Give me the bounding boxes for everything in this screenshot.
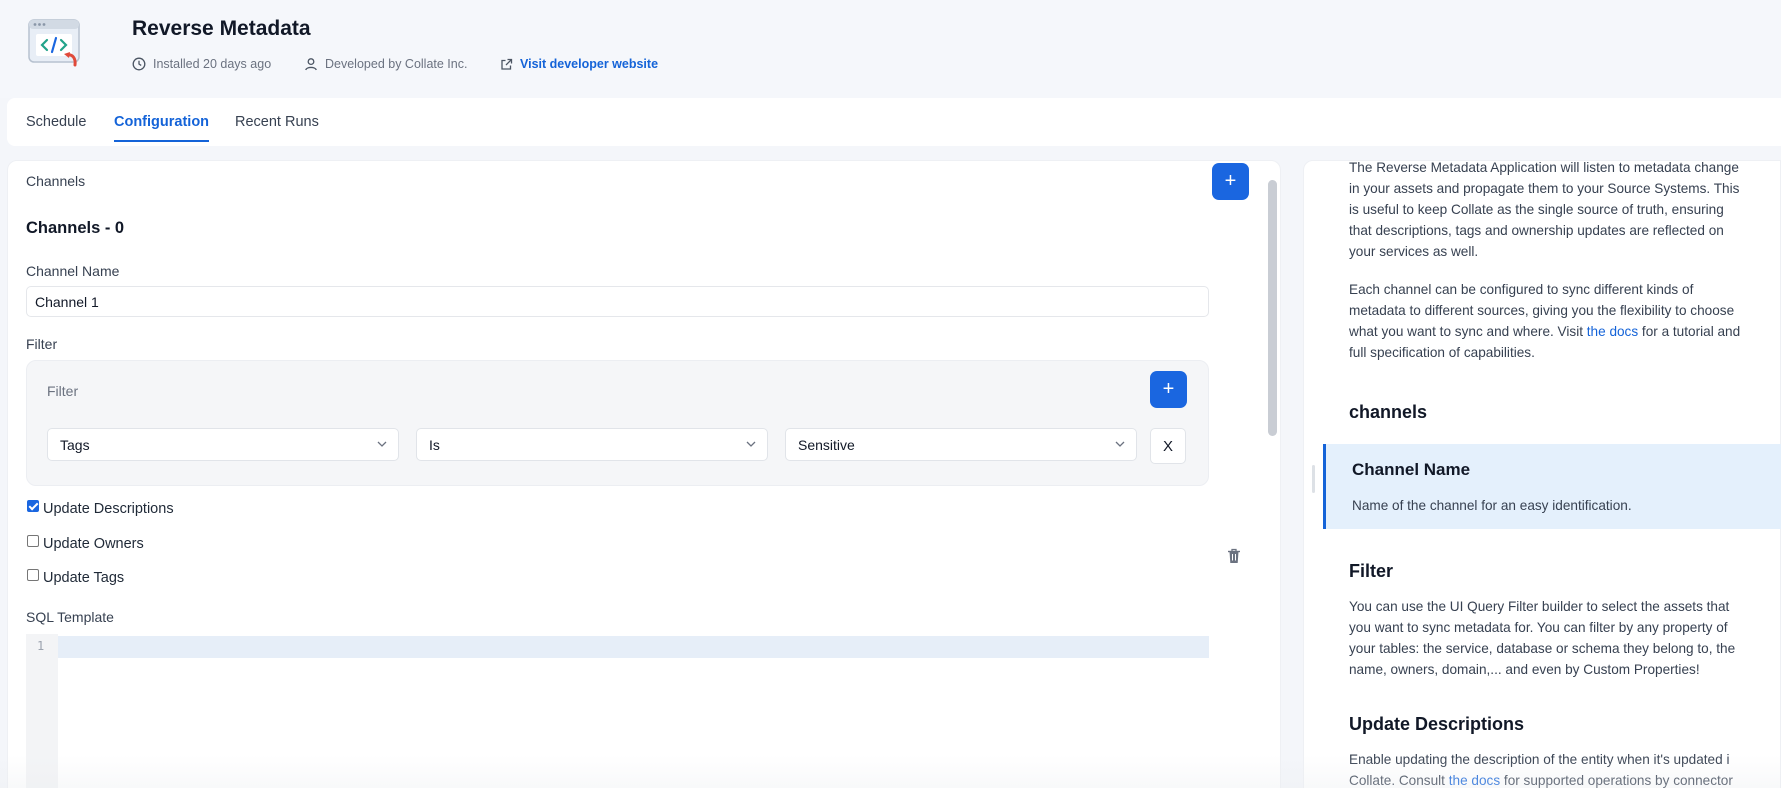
trash-icon: [1228, 548, 1240, 563]
docs-intro-line: that descriptions, tags and ownership up…: [1349, 223, 1724, 238]
docs-line: Each channel can be configured to sync d…: [1349, 282, 1694, 297]
developer-website-link[interactable]: Visit developer website: [500, 57, 658, 71]
user-icon: [305, 58, 317, 71]
developer-info: Developed by Collate Inc.: [304, 57, 467, 71]
docs-filter-heading: Filter: [1349, 561, 1394, 581]
docs-text: Collate. Consult: [1349, 773, 1449, 788]
filter-builder: [26, 360, 1209, 486]
installed-text: Installed 20 days ago: [153, 57, 272, 71]
tab-schedule[interactable]: Schedule: [26, 114, 86, 130]
docs-line: You can use the UI Query Filter builder …: [1349, 599, 1730, 614]
remove-filter-rule-button[interactable]: X: [1150, 428, 1186, 464]
filter-value-value: Sensitive: [798, 437, 855, 453]
docs-intro-line: The Reverse Metadata Application will li…: [1349, 160, 1739, 175]
update-owners-label: Update Owners: [43, 536, 144, 552]
chevron-down-icon: [746, 441, 756, 447]
website-link-text[interactable]: Visit developer website: [520, 57, 658, 71]
docs-update-descriptions-desc: Enable updating the description of the e…: [1349, 749, 1781, 788]
channel-name-label: Channel Name: [26, 263, 120, 279]
add-filter-rule-button[interactable]: +: [1150, 371, 1187, 408]
sql-template-editor[interactable]: 1: [26, 634, 1209, 788]
external-link-icon: [501, 58, 513, 70]
tab-recent-runs[interactable]: Recent Runs: [235, 114, 319, 130]
checkbox-unchecked-icon[interactable]: [27, 569, 39, 581]
developer-text: Developed by Collate Inc.: [325, 57, 468, 71]
update-tags-label: Update Tags: [43, 570, 125, 586]
chevron-down-icon: [377, 441, 387, 447]
docs-line: name, owners, domain,... and even by Cus…: [1349, 662, 1700, 677]
docs-text: what you want to sync and where. Visit: [1349, 324, 1587, 339]
app-logo-icon: [28, 18, 86, 72]
docs-text: for supported operations by connector: [1500, 773, 1733, 788]
close-icon: X: [1162, 438, 1173, 455]
docs-line: Collate. Consult the docs for supported …: [1349, 770, 1781, 788]
docs-active-section: [1323, 444, 1781, 529]
docs-line: your tables: the service, database or sc…: [1349, 641, 1736, 656]
docs-filter-desc: You can use the UI Query Filter builder …: [1349, 596, 1781, 680]
channels-count-heading: Channels - 0: [26, 219, 125, 237]
docs-intro-line: your services as well.: [1349, 244, 1479, 259]
docs-line: what you want to sync and where. Visit t…: [1349, 321, 1781, 342]
docs-line: metadata to different sources, giving yo…: [1349, 303, 1735, 318]
filter-group-label: Filter: [47, 383, 79, 399]
docs-intro: The Reverse Metadata Application will li…: [1349, 157, 1781, 262]
docs-line: you want to sync metadata for. You can f…: [1349, 620, 1728, 635]
sql-template-label: SQL Template: [26, 609, 114, 625]
docs-channels-heading: channels: [1349, 402, 1428, 422]
channels-label: Channels: [26, 173, 86, 189]
installed-info: Installed 20 days ago: [132, 57, 271, 71]
filter-field-select[interactable]: Tags: [47, 428, 399, 461]
docs-link[interactable]: the docs: [1587, 324, 1638, 339]
docs-update-descriptions-heading: Update Descriptions: [1349, 714, 1525, 734]
filter-label: Filter: [26, 336, 58, 352]
docs-channel-name-heading: Channel Name: [1352, 460, 1471, 479]
chevron-down-icon: [1115, 441, 1125, 447]
add-channel-button[interactable]: +: [1212, 163, 1249, 200]
docs-channel-name-desc: Name of the channel for an easy identifi…: [1352, 498, 1632, 513]
docs-link[interactable]: the docs: [1449, 773, 1500, 788]
channel-name-input[interactable]: Channel 1: [26, 286, 1209, 317]
editor-active-line[interactable]: [58, 636, 1209, 658]
docs-channels-paragraph: Each channel can be configured to sync d…: [1349, 279, 1781, 363]
line-number: 1: [37, 639, 45, 653]
docs-line: Enable updating the description of the e…: [1349, 752, 1730, 767]
app-title: Reverse Metadata: [132, 17, 311, 40]
update-tags-checkbox[interactable]: Update Tags: [27, 569, 125, 586]
filter-operator-value: Is: [429, 437, 440, 453]
update-descriptions-checkbox[interactable]: Update Descriptions: [27, 500, 174, 517]
tab-bar: Schedule Configuration Recent Runs: [7, 98, 1781, 146]
filter-operator-select[interactable]: Is: [416, 428, 768, 461]
docs-intro-line: in your assets and propagate them to you…: [1349, 181, 1740, 196]
tab-configuration[interactable]: Configuration: [114, 114, 210, 142]
app-header: Reverse Metadata Installed 20 days ago D…: [0, 0, 1781, 98]
clock-icon: [132, 57, 146, 71]
docs-text: for a tutorial and: [1638, 324, 1741, 339]
docs-line: full specification of capabilities.: [1349, 345, 1535, 360]
docs-intro-line: is useful to keep Collate as the single …: [1349, 202, 1724, 217]
filter-field-value: Tags: [60, 437, 90, 453]
plus-icon: +: [1162, 378, 1175, 400]
update-owners-checkbox[interactable]: Update Owners: [27, 535, 144, 552]
update-descriptions-label: Update Descriptions: [43, 501, 174, 517]
editor-gutter: 1: [26, 634, 58, 788]
form-scrollbar[interactable]: [1268, 180, 1277, 436]
delete-channel-button[interactable]: [1227, 548, 1241, 569]
plus-icon: +: [1224, 170, 1237, 192]
checkbox-unchecked-icon[interactable]: [27, 535, 39, 547]
checkbox-checked-icon[interactable]: [27, 500, 39, 512]
panel-resize-handle[interactable]: [1312, 465, 1315, 493]
filter-value-select[interactable]: Sensitive: [785, 428, 1137, 461]
